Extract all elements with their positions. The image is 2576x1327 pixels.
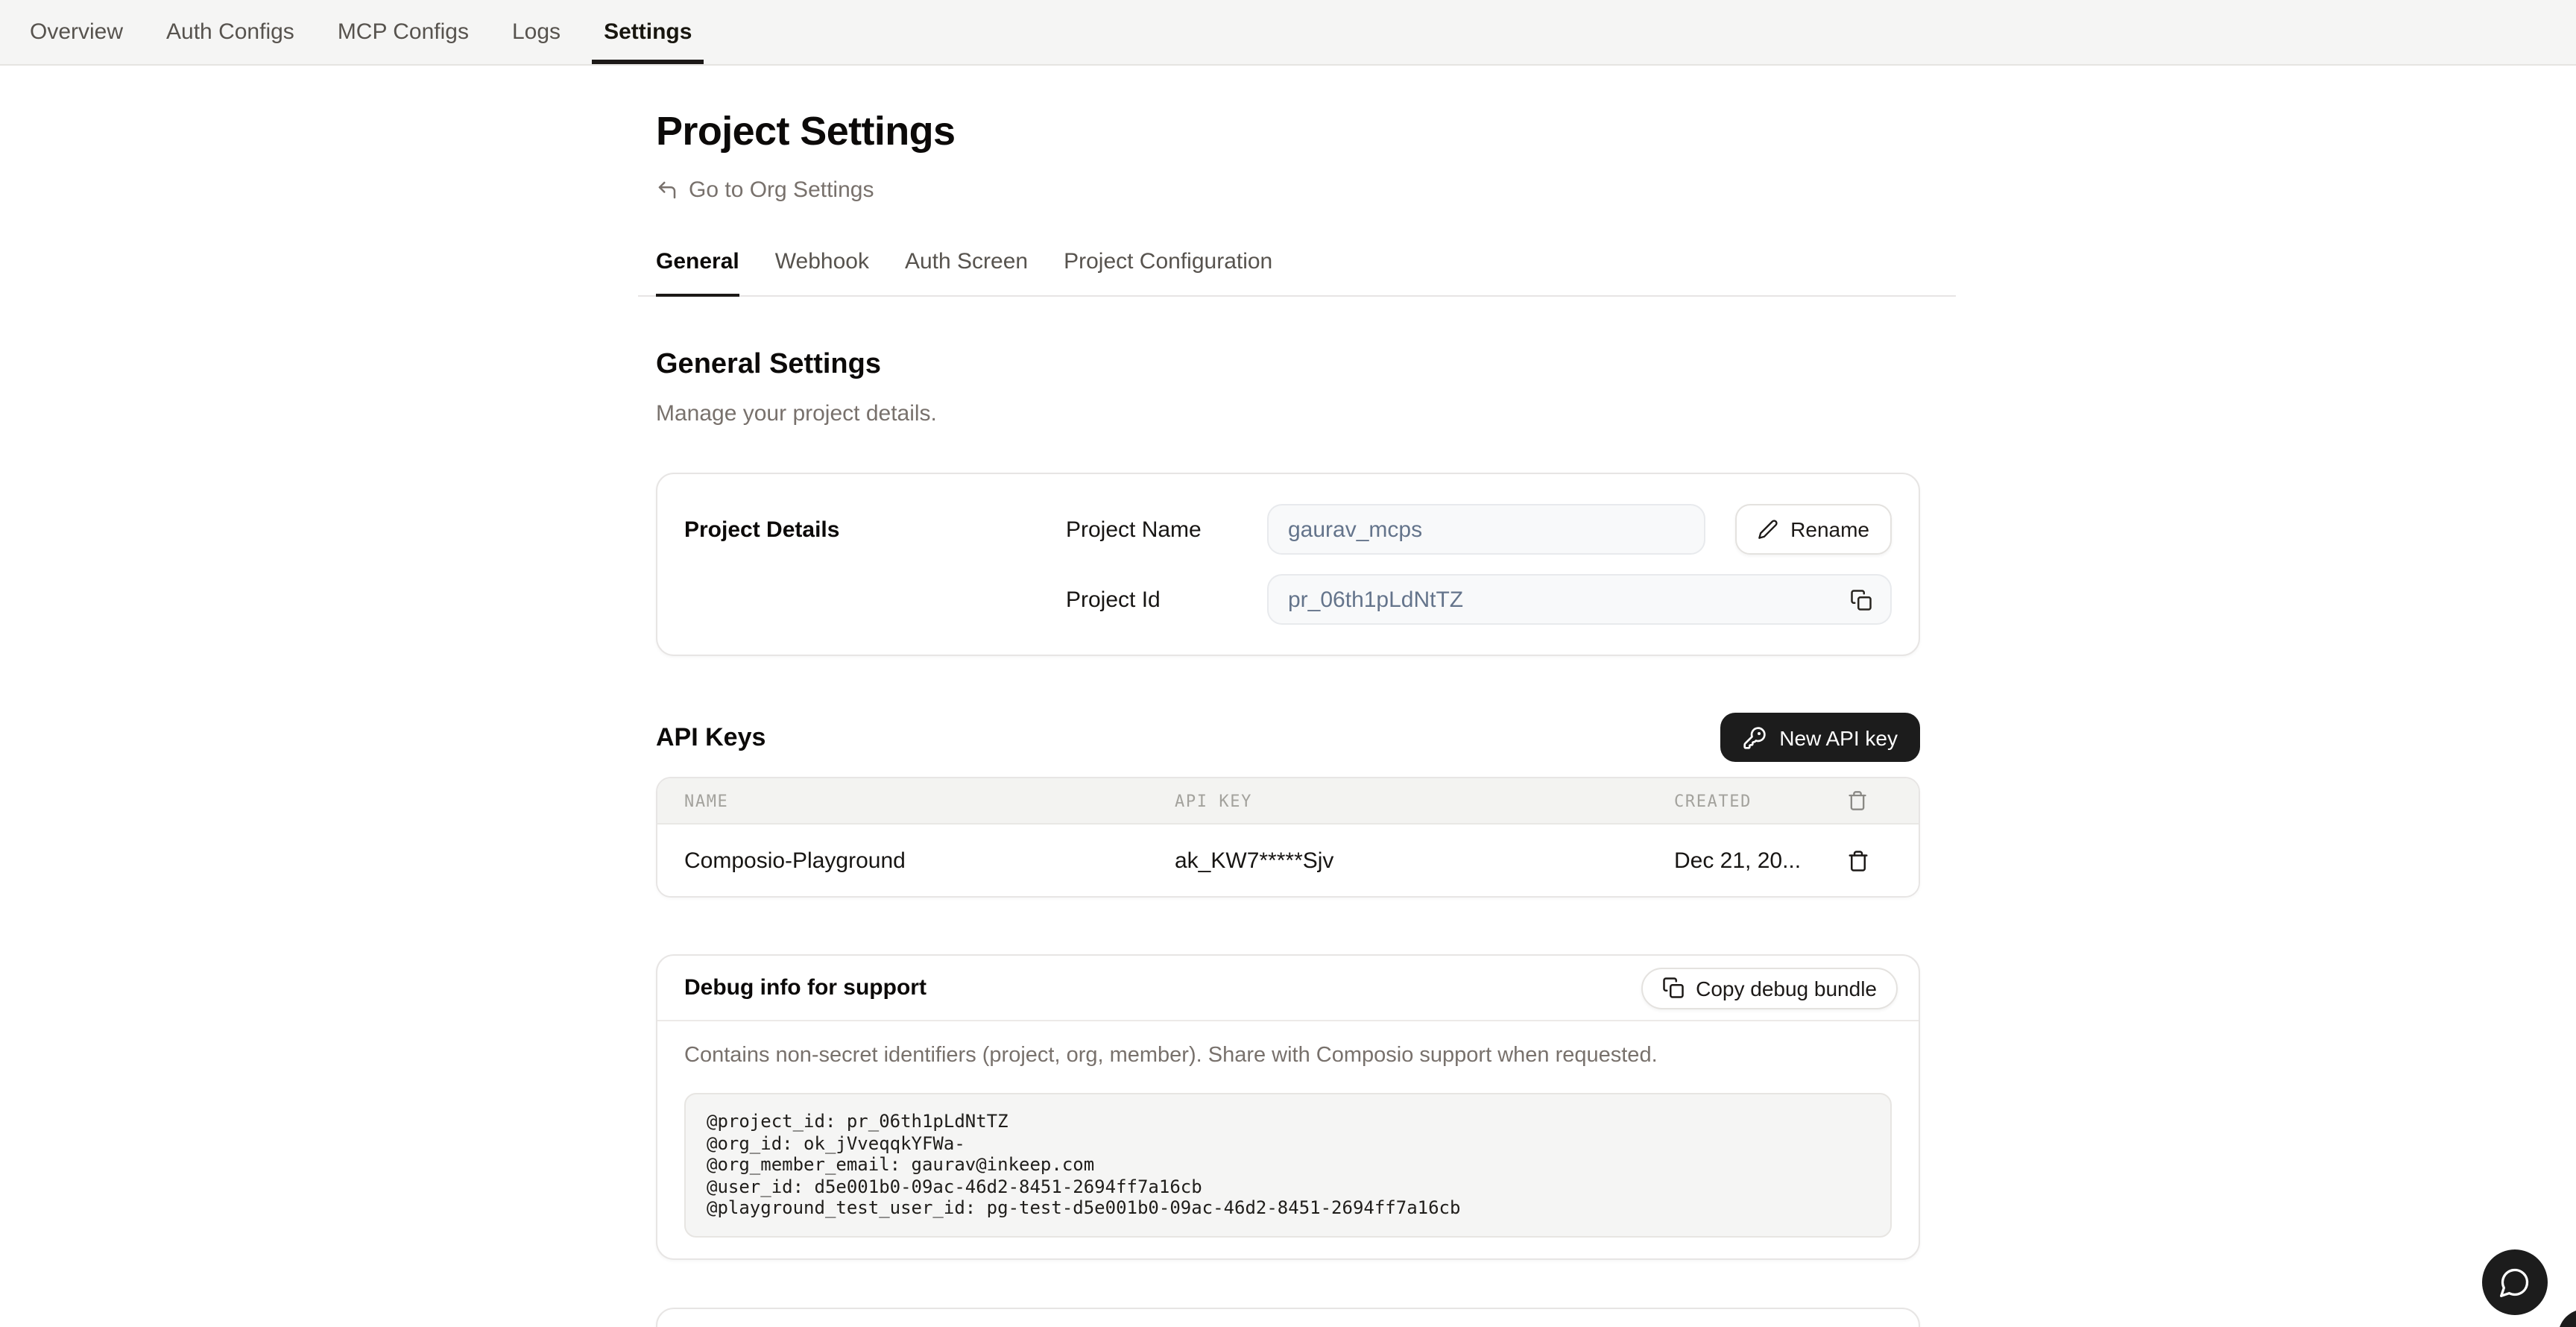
- nav-item-overview[interactable]: Overview: [18, 0, 135, 64]
- app-root: Overview Auth Configs MCP Configs Logs S…: [0, 0, 2576, 1327]
- api-keys-header: API Keys New API key: [656, 713, 1920, 762]
- top-nav: Overview Auth Configs MCP Configs Logs S…: [0, 0, 2576, 66]
- tab-project-configuration[interactable]: Project Configuration: [1064, 248, 1272, 295]
- tab-auth-screen[interactable]: Auth Screen: [905, 248, 1028, 295]
- code-line: @org_id: ok_jVveqqkYFWa-: [707, 1132, 1869, 1154]
- project-id-input[interactable]: pr_06th1pLdNtTZ: [1267, 574, 1892, 625]
- code-line: @user_id: d5e001b0-09ac-46d2-8451-2694ff…: [707, 1176, 1869, 1197]
- project-details-card: Project Details Project Name gaurav_mcps…: [656, 473, 1920, 656]
- go-to-org-settings-link[interactable]: Go to Org Settings: [656, 176, 874, 204]
- page-title: Project Settings: [656, 107, 1956, 155]
- debug-info-title: Debug info for support: [684, 975, 926, 1000]
- general-settings-heading: General Settings: [656, 347, 1920, 382]
- debug-info-header: Debug info for support Copy debug bundle: [657, 956, 1919, 1021]
- copy-debug-bundle-label: Copy debug bundle: [1696, 976, 1877, 1000]
- corner-up-left-icon: [656, 179, 678, 201]
- code-line: @project_id: pr_06th1pLdNtTZ: [707, 1111, 1869, 1132]
- rename-button[interactable]: Rename: [1735, 504, 1892, 555]
- debug-info-description: Contains non-secret identifiers (project…: [684, 1042, 1892, 1069]
- corner-widget-partial: [2558, 1309, 2576, 1327]
- debug-bundle-code-block: @project_id: pr_06th1pLdNtTZ @org_id: ok…: [684, 1093, 1892, 1237]
- project-name-value: gaurav_mcps: [1288, 517, 1422, 542]
- settings-tabs: General Webhook Auth Screen Project Conf…: [638, 248, 1956, 297]
- col-header-name: NAME: [684, 791, 1175, 810]
- project-id-label: Project Id: [1066, 587, 1267, 612]
- debug-info-body: Contains non-secret identifiers (project…: [657, 1021, 1919, 1258]
- new-api-key-label: New API key: [1779, 725, 1898, 749]
- debug-info-card: Debug info for support Copy debug bundle…: [656, 954, 1920, 1259]
- col-header-delete: [1847, 790, 1919, 811]
- code-line: @playground_test_user_id: pg-test-d5e001…: [707, 1197, 1869, 1219]
- col-header-api-key: API KEY: [1175, 791, 1674, 810]
- key-icon: [1742, 725, 1766, 749]
- project-name-input[interactable]: gaurav_mcps: [1267, 504, 1705, 555]
- pencil-icon: [1758, 519, 1778, 540]
- copy-debug-bundle-button[interactable]: Copy debug bundle: [1641, 967, 1898, 1009]
- project-name-label: Project Name: [1066, 517, 1267, 542]
- go-to-org-settings-label: Go to Org Settings: [689, 176, 874, 204]
- api-keys-table-header: NAME API KEY CREATED: [657, 778, 1919, 825]
- col-header-created: CREATED: [1674, 791, 1847, 810]
- project-id-value: pr_06th1pLdNtTZ: [1288, 587, 1463, 612]
- delete-api-key-icon[interactable]: [1847, 849, 1869, 871]
- nav-item-auth-configs[interactable]: Auth Configs: [154, 0, 306, 64]
- rename-button-label: Rename: [1790, 517, 1869, 541]
- code-line: @org_member_email: gaurav@inkeep.com: [707, 1154, 1869, 1176]
- nav-item-logs[interactable]: Logs: [500, 0, 572, 64]
- tab-general[interactable]: General: [656, 248, 739, 295]
- main-content: Project Settings Go to Org Settings Gene…: [638, 107, 1956, 1327]
- tab-webhook[interactable]: Webhook: [775, 248, 869, 295]
- new-api-key-button[interactable]: New API key: [1720, 713, 1920, 762]
- table-row: Composio-Playground ak_KW7*****Sjv Dec 2…: [657, 825, 1919, 896]
- copy-icon: [1661, 977, 1684, 999]
- api-key-value-cell: ak_KW7*****Sjv: [1175, 848, 1674, 873]
- copy-project-id-icon[interactable]: [1850, 588, 1872, 611]
- trash-icon: [1847, 790, 1868, 811]
- nav-item-settings[interactable]: Settings: [592, 0, 704, 64]
- api-key-actions-cell: [1847, 849, 1919, 871]
- chat-fab-button[interactable]: [2482, 1249, 2548, 1315]
- api-keys-heading: API Keys: [656, 722, 765, 752]
- api-keys-table: NAME API KEY CREATED Composio-Playground…: [656, 777, 1920, 898]
- chat-bubble-icon: [2498, 1266, 2531, 1299]
- api-key-name-cell: Composio-Playground: [684, 848, 1175, 873]
- project-details-title: Project Details: [684, 517, 1066, 542]
- api-key-created-cell: Dec 21, 20...: [1674, 848, 1847, 873]
- general-tab-panel: General Settings Manage your project det…: [656, 347, 1920, 1327]
- nav-item-mcp-configs[interactable]: MCP Configs: [326, 0, 481, 64]
- general-settings-subheading: Manage your project details.: [656, 401, 1920, 428]
- next-section-card-partial: [656, 1307, 1920, 1327]
